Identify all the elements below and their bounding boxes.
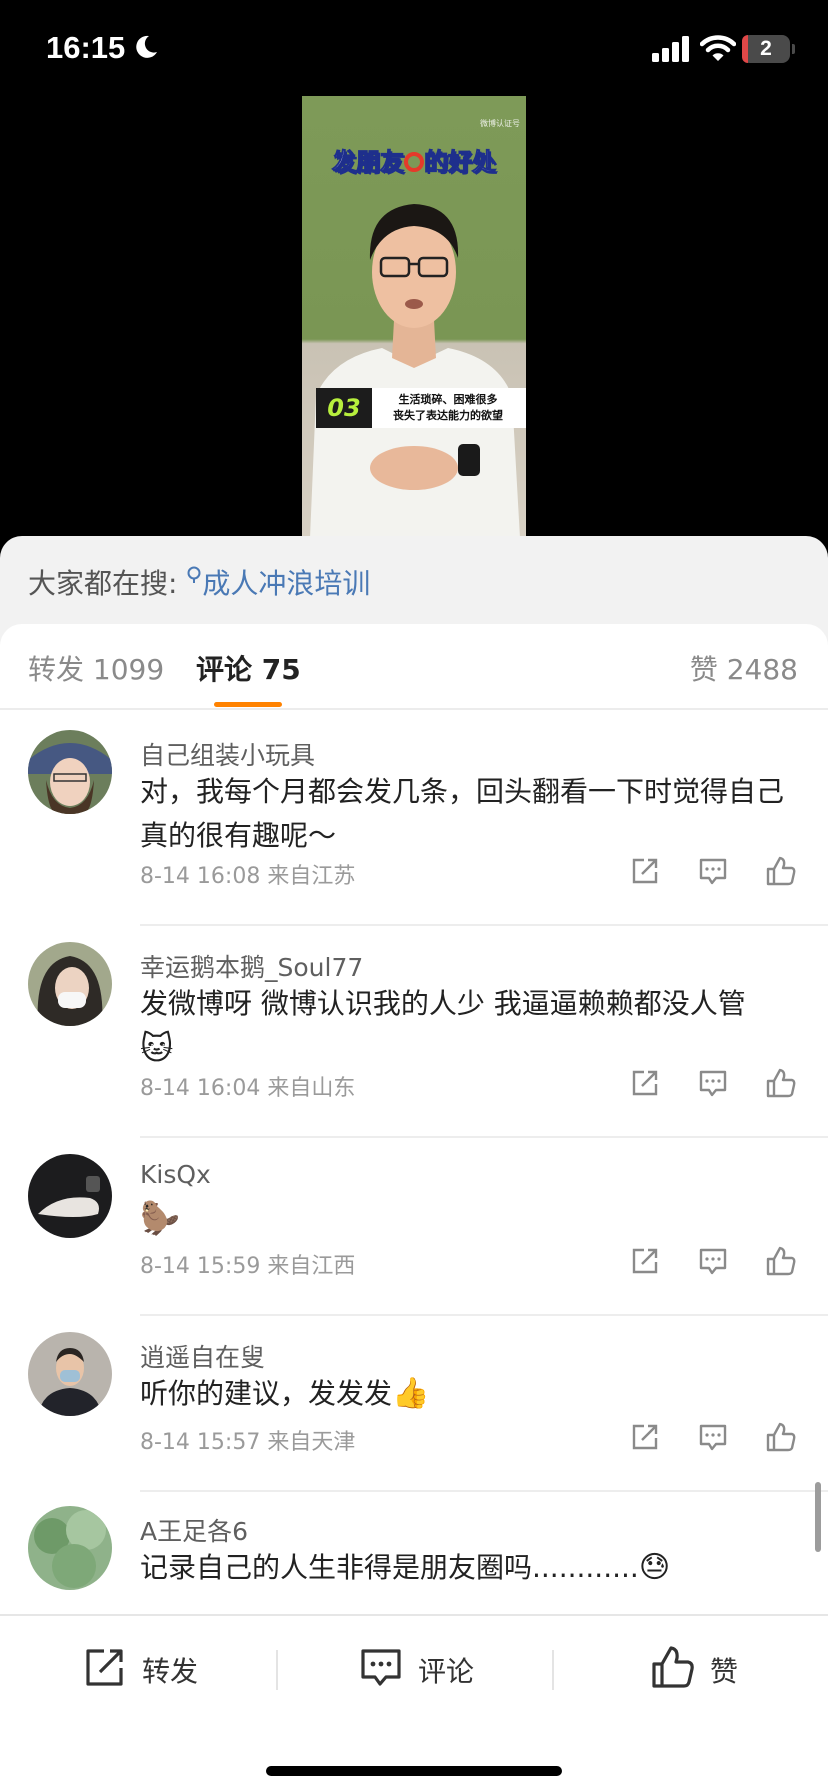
repost-icon[interactable] [628, 1244, 662, 1278]
comment-meta: 8-14 16:08 来自江苏 [140, 864, 356, 889]
comment-actions [628, 1066, 800, 1100]
like-icon[interactable] [764, 1244, 798, 1278]
avatar[interactable] [28, 1332, 112, 1416]
like-icon[interactable] [764, 1066, 798, 1100]
video-player[interactable]: 微博认证号 发朋友 的好处 03 生活琐碎、困难很多 丧失了表达能力的欲望 [302, 96, 526, 538]
comment-item: 自己组装小玩具 对，我每个月都会发几条，回头翻看一下时觉得自己真的很有趣呢～ 8… [0, 712, 828, 926]
battery-indicator: 2 [742, 35, 790, 63]
repost-icon [86, 1649, 123, 1686]
comment-meta: 8-14 15:57 来自天津 [140, 1430, 356, 1455]
avatar[interactable] [28, 1154, 112, 1238]
comment-icon[interactable] [696, 854, 730, 888]
like-icon [652, 1646, 694, 1688]
comment-author[interactable]: KisQx [140, 1160, 211, 1189]
status-bar: 16:15 2 [0, 0, 828, 100]
comment-button[interactable]: 评论 [358, 1644, 478, 1694]
trending-search-prefix: 大家都在搜: [28, 567, 178, 600]
avatar[interactable] [28, 942, 112, 1026]
avatar[interactable] [28, 1506, 112, 1590]
comment-item: KisQx 🦫 8-14 15:59 来自江西 [0, 1138, 828, 1316]
repost-icon[interactable] [628, 1066, 662, 1100]
comment-text: 听你的建议，发发发👍 [140, 1376, 430, 1411]
comment-actions [628, 854, 800, 888]
moon-icon [136, 35, 157, 58]
comment-actions [628, 1244, 800, 1278]
comment-label: 评论 [418, 1655, 475, 1688]
comment-text: 🦫 [140, 1196, 800, 1242]
comment-emoji: 👍 [392, 1376, 430, 1411]
battery-tip [792, 44, 795, 54]
comment-meta: 8-14 16:04 来自山东 [140, 1076, 356, 1101]
comment-emoji: 😓 [638, 1550, 671, 1585]
comment-author[interactable]: 逍遥自在叟 [140, 1338, 265, 1374]
repost-icon[interactable] [628, 854, 662, 888]
signal-icon [652, 36, 689, 62]
repost-label: 转发 [142, 1655, 199, 1688]
comment-author[interactable]: A王足各6 [140, 1512, 248, 1548]
comment-emoji: 🐱 [140, 1029, 174, 1067]
tab-repost[interactable]: 转发 1099 [28, 648, 164, 688]
comment-icon [361, 1649, 401, 1686]
comment-author[interactable]: 幸运鹅本鹅_Soul77 [140, 948, 363, 984]
status-time: 16:15 [46, 30, 126, 65]
comment-author[interactable]: 自己组装小玩具 [140, 736, 315, 772]
repost-icon[interactable] [628, 1420, 662, 1454]
ring-mark [404, 152, 424, 172]
like-label: 赞 [710, 1655, 739, 1688]
comment-item: 逍遥自在叟 听你的建议，发发发👍 8-14 15:57 来自天津 [0, 1314, 828, 1492]
comment-item: 幸运鹅本鹅_Soul77 发微博呀 微博认识我的人少 我逼逼赖赖都没人管 🐱 8… [0, 926, 828, 1138]
comment-icon[interactable] [696, 1066, 730, 1100]
comment-actions [628, 1420, 800, 1454]
trending-search-link[interactable]: 成人冲浪培训 [186, 566, 370, 600]
tab-like[interactable]: 赞 2488 [690, 648, 798, 688]
comment-text: 发微博呀 微博认识我的人少 我逼逼赖赖都没人管 🐱 [140, 987, 746, 1067]
tab-active-indicator [214, 702, 282, 707]
comment-emoji: 🦫 [140, 1199, 180, 1237]
comment-icon[interactable] [696, 1244, 730, 1278]
comment-text: 对，我每个月都会发几条，回头翻看一下时觉得自己真的很有趣呢～ [140, 775, 785, 852]
tab-comment[interactable]: 评论 75 [196, 648, 301, 688]
like-button[interactable]: 赞 [650, 1644, 750, 1694]
comment-list[interactable]: 自己组装小玩具 对，我每个月都会发几条，回头翻看一下时觉得自己真的很有趣呢～ 8… [0, 712, 828, 1622]
video-caption-text: 生活琐碎、困难很多 丧失了表达能力的欲望 [393, 393, 503, 422]
comment-sheet: 大家都在搜: 成人冲浪培训 转发 1099 评论 75 赞 2488 自己组装小… [0, 536, 828, 1792]
video-title: 发朋友 的好处 [332, 148, 497, 177]
comment-text: 记录自己的人生非得是朋友圈吗............😓 [140, 1550, 671, 1585]
search-icon [187, 566, 201, 583]
divider [276, 1650, 278, 1690]
scrollbar[interactable] [815, 1482, 821, 1552]
comment-meta: 8-14 15:59 来自江西 [140, 1254, 356, 1279]
like-icon[interactable] [764, 1420, 798, 1454]
comment-item: A王足各6 记录自己的人生非得是朋友圈吗............😓 [0, 1490, 828, 1622]
tab-bar: 转发 1099 评论 75 赞 2488 [0, 624, 828, 710]
comment-icon[interactable] [696, 1420, 730, 1454]
like-icon[interactable] [764, 854, 798, 888]
video-caption-number: 03 [316, 388, 372, 428]
trending-search: 大家都在搜: 成人冲浪培训 [28, 562, 370, 602]
repost-button[interactable]: 转发 [82, 1644, 202, 1694]
avatar[interactable] [28, 730, 112, 814]
home-indicator [266, 1766, 562, 1776]
wifi-icon [700, 35, 736, 61]
divider [552, 1650, 554, 1690]
